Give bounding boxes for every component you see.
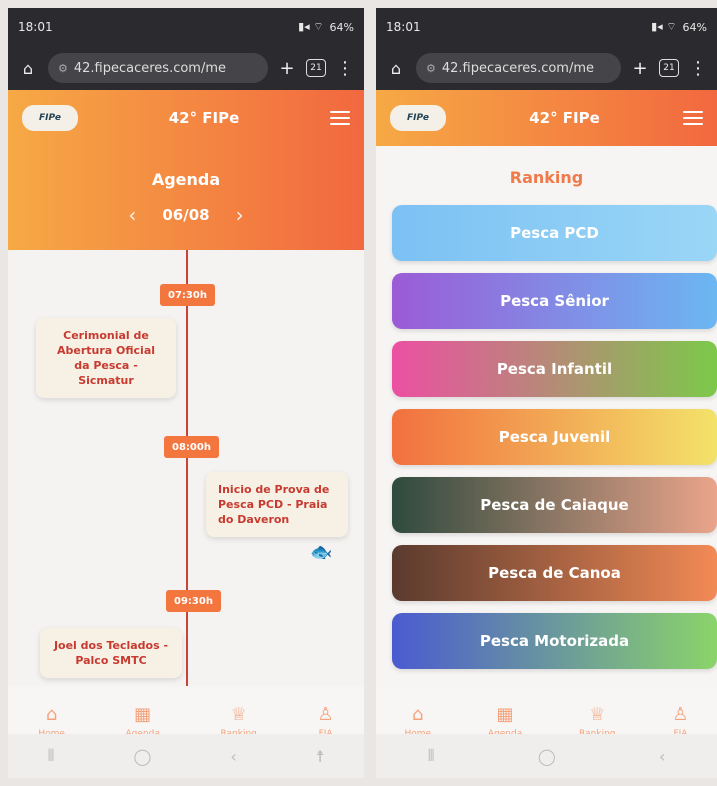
signal-icon: ▮◂ ⌔ xyxy=(651,20,677,33)
browser-toolbar: ⌂ ⚙ 42.fipecaceres.com/me + 21 ⋮ xyxy=(376,46,717,90)
app-title: 42° FIPe xyxy=(529,109,600,127)
app-header: FIPe 42° FIPe xyxy=(376,90,717,146)
new-tab-icon[interactable]: + xyxy=(276,58,298,79)
ranking-category-list: Pesca PCD Pesca Sênior Pesca Infantil Pesca… xyxy=(376,205,717,669)
system-navigation: ⦀ ◯ ‹ xyxy=(376,734,717,778)
system-navigation: ⦀ ◯ ‹ ☨ xyxy=(8,734,364,778)
signal-icon: ▮◂ ⌔ xyxy=(298,20,324,33)
next-day-icon[interactable]: › xyxy=(236,203,244,227)
date-navigator: ‹ 06/08 › xyxy=(128,203,243,227)
ranking-button[interactable]: Pesca Sênior xyxy=(392,273,717,329)
status-bar: 18:01 ▮◂ ⌔ 64% xyxy=(376,8,717,46)
trophy-icon: ♕ xyxy=(230,703,247,725)
ranking-button[interactable]: Pesca de Canoa xyxy=(392,545,717,601)
fish-icon: 🐟 xyxy=(310,542,333,563)
time-badge: 07:30h xyxy=(160,284,215,306)
cup-icon: ♙ xyxy=(672,703,689,725)
battery-level: 64% xyxy=(329,20,354,34)
site-settings-icon[interactable]: ⚙ xyxy=(426,62,436,75)
home-icon: ⌂ xyxy=(45,703,58,725)
fipe-logo[interactable]: FIPe xyxy=(22,105,78,131)
home-icon: ⌂ xyxy=(412,703,424,725)
ranking-title: Ranking xyxy=(509,168,584,187)
home-button-icon[interactable]: ◯ xyxy=(134,747,152,766)
battery-level: 64% xyxy=(682,20,707,34)
fipe-logo[interactable]: FIPe xyxy=(390,105,446,131)
browser-menu-icon[interactable]: ⋮ xyxy=(687,58,709,79)
home-button-icon[interactable]: ◯ xyxy=(538,747,556,766)
tab-switcher-button[interactable]: 21 xyxy=(306,59,326,77)
recent-apps-icon[interactable]: ⦀ xyxy=(428,746,435,766)
app-title: 42° FIPe xyxy=(168,109,240,127)
time-badge: 08:00h xyxy=(164,436,219,458)
url-text: 42.fipecaceres.com/me xyxy=(441,60,595,76)
recent-apps-icon[interactable]: ⦀ xyxy=(47,746,54,766)
accessibility-icon[interactable]: ☨ xyxy=(316,747,325,766)
tab-switcher-button[interactable]: 21 xyxy=(659,59,679,77)
agenda-title: Agenda xyxy=(151,169,221,189)
trophy-icon: ♕ xyxy=(589,703,606,725)
back-icon[interactable]: ‹ xyxy=(659,747,665,766)
cup-icon: ♙ xyxy=(317,703,334,725)
time-badge: 09:30h xyxy=(166,590,221,612)
browser-menu-icon[interactable]: ⋮ xyxy=(334,58,356,79)
current-date: 06/08 xyxy=(162,205,210,224)
ranking-button[interactable]: Pesca PCD xyxy=(392,205,717,261)
event-card[interactable]: Inicio de Prova de Pesca PCD - Praia do … xyxy=(206,472,348,537)
browser-toolbar: ⌂ ⚙ 42.fipecaceres.com/me + 21 ⋮ xyxy=(8,46,364,90)
url-field[interactable]: ⚙ 42.fipecaceres.com/me xyxy=(48,53,268,83)
phone-ranking: 18:01 ▮◂ ⌔ 64% ⌂ ⚙ 42.fipecaceres.com/me… xyxy=(376,8,717,778)
ranking-button[interactable]: Pesca Motorizada xyxy=(392,613,717,669)
ranking-button[interactable]: Pesca de Caiaque xyxy=(392,477,717,533)
new-tab-icon[interactable]: + xyxy=(629,58,651,79)
status-bar: 18:01 ▮◂ ⌔ 64% xyxy=(8,8,364,46)
ranking-button[interactable]: Pesca Infantil xyxy=(392,341,717,397)
timeline-line xyxy=(186,250,188,686)
event-card[interactable]: Joel dos Teclados - Palco SMTC xyxy=(40,628,182,678)
url-text: 42.fipecaceres.com/me xyxy=(73,60,227,76)
url-field[interactable]: ⚙ 42.fipecaceres.com/me xyxy=(416,53,621,83)
ranking-button[interactable]: Pesca Juvenil xyxy=(392,409,717,465)
browser-home-icon[interactable]: ⌂ xyxy=(16,59,40,78)
app-header: FIPe 42° FIPe xyxy=(8,90,364,146)
status-time: 18:01 xyxy=(386,20,421,34)
calendar-icon: ▦ xyxy=(496,703,514,725)
hamburger-menu-icon[interactable] xyxy=(330,111,350,125)
back-icon[interactable]: ‹ xyxy=(230,747,236,766)
hamburger-menu-icon[interactable] xyxy=(683,111,703,125)
agenda-timeline: 07:30h Cerimonial de Abertura Oficial da… xyxy=(8,250,364,686)
browser-home-icon[interactable]: ⌂ xyxy=(384,59,408,78)
previous-day-icon[interactable]: ‹ xyxy=(128,203,136,227)
phone-agenda: 18:01 ▮◂ ⌔ 64% ⌂ ⚙ 42.fipecaceres.com/me… xyxy=(8,8,364,778)
event-card[interactable]: Cerimonial de Abertura Oficial da Pesca … xyxy=(36,318,176,398)
agenda-header: Agenda ‹ 06/08 › xyxy=(8,146,364,250)
status-time: 18:01 xyxy=(18,20,53,34)
calendar-icon: ▦ xyxy=(134,703,152,725)
screenshot-stage: 18:01 ▮◂ ⌔ 64% ⌂ ⚙ 42.fipecaceres.com/me… xyxy=(0,0,717,786)
site-settings-icon[interactable]: ⚙ xyxy=(58,62,68,75)
